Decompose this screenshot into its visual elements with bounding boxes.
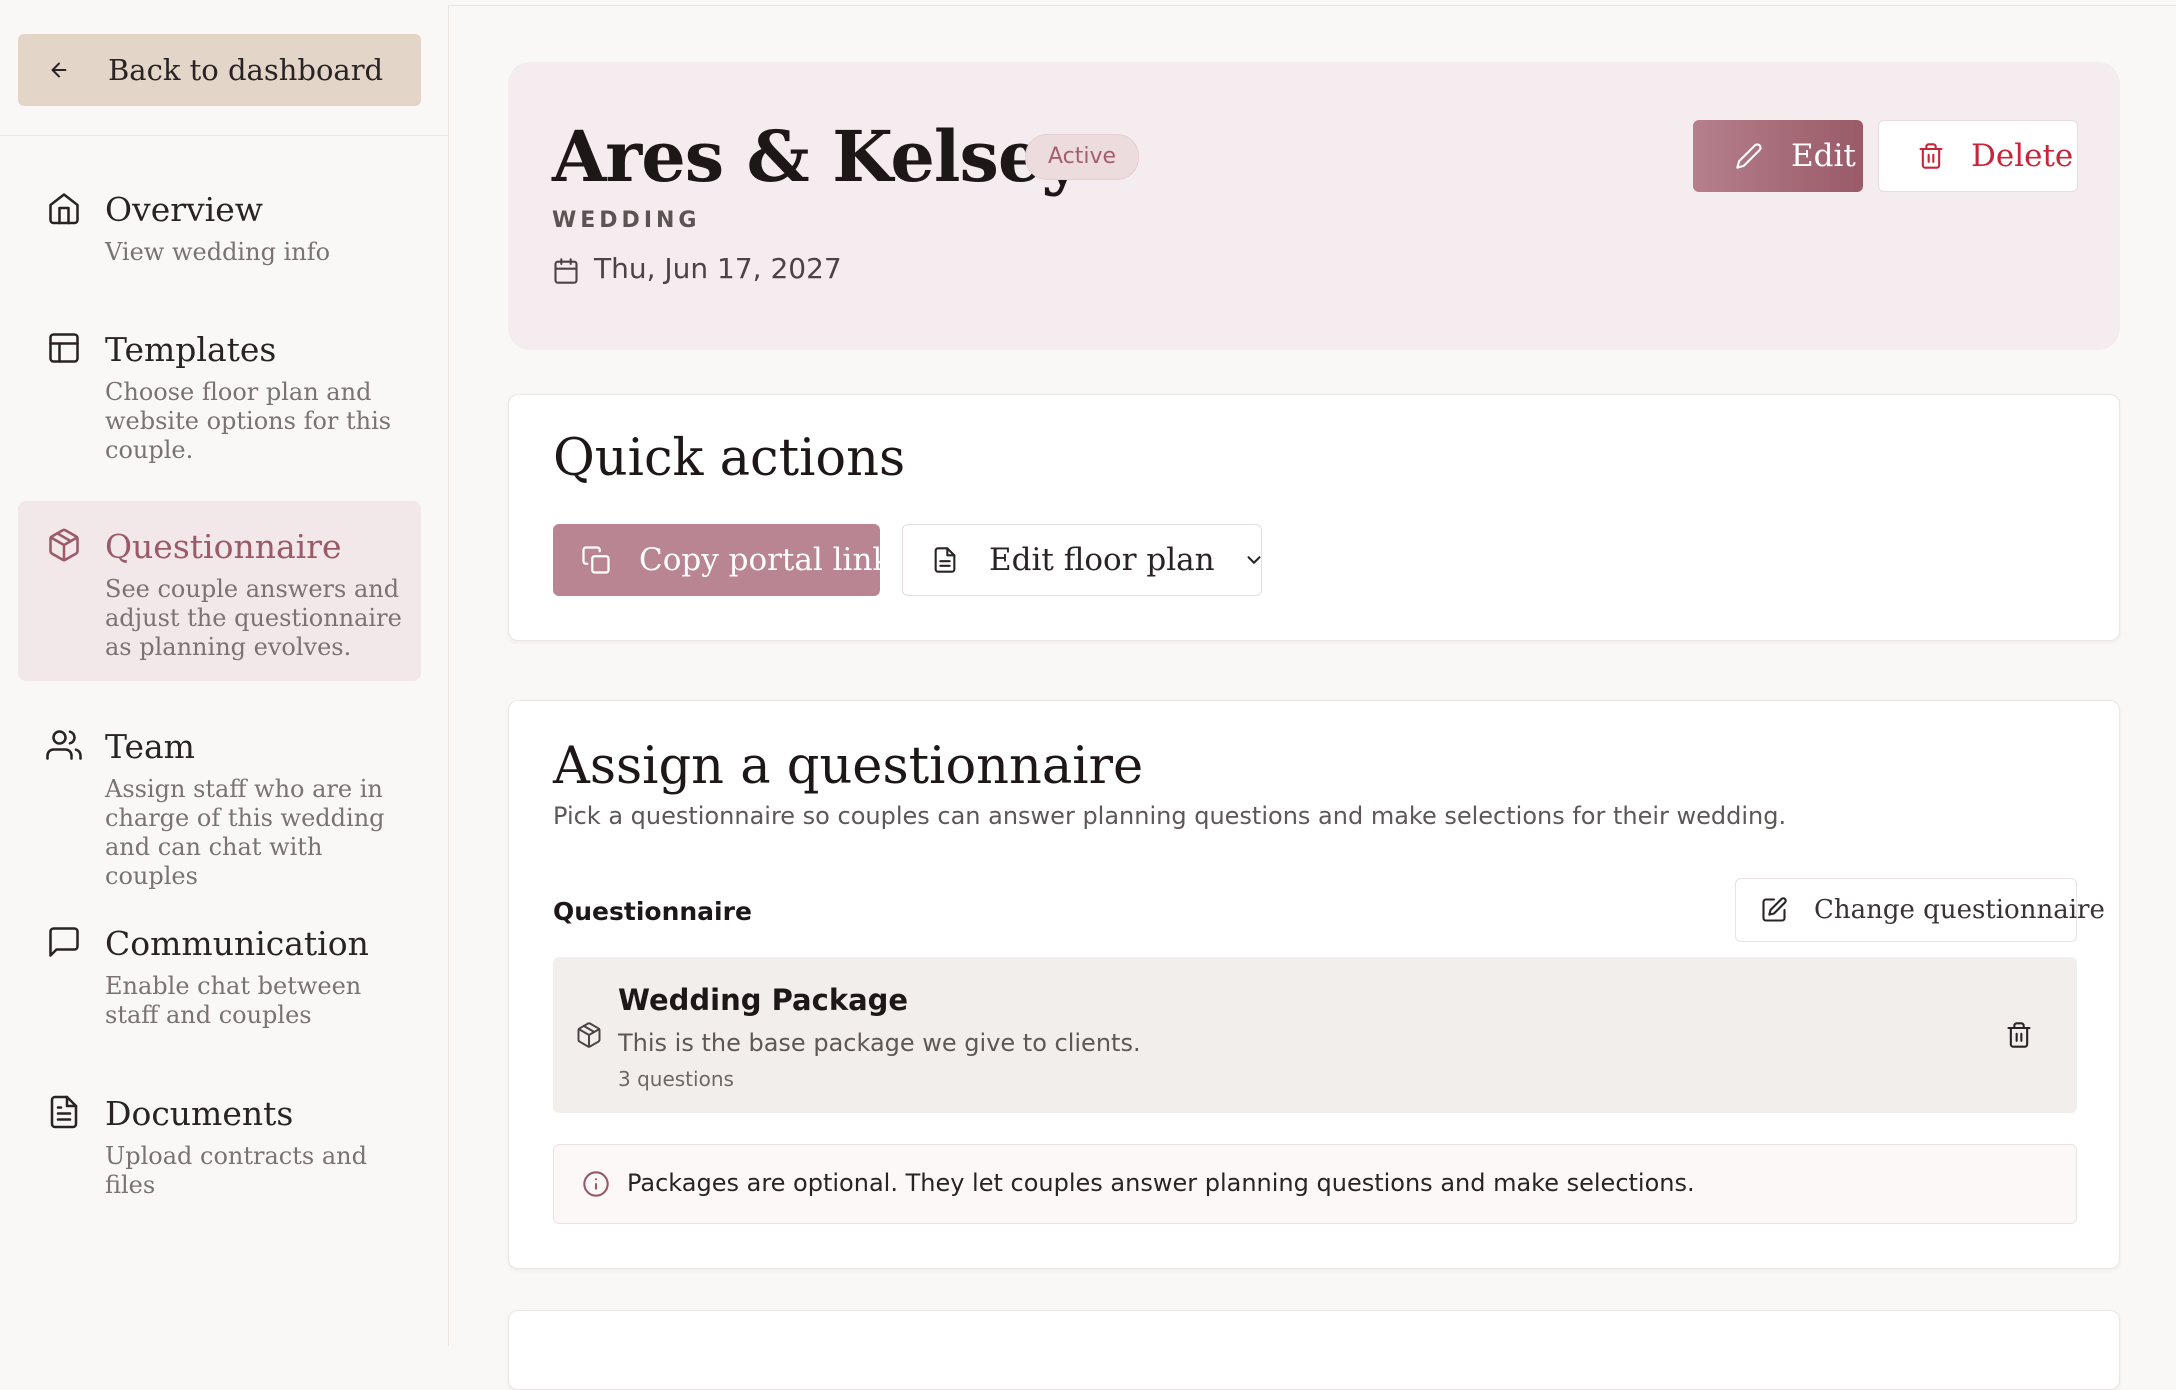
sidebar-item-title: Overview bbox=[105, 190, 263, 229]
home-icon bbox=[46, 190, 82, 226]
sidebar-item-desc: Choose floor plan and website options fo… bbox=[105, 378, 392, 464]
copy-icon bbox=[581, 545, 611, 575]
sidebar-item-overview[interactable]: Overview View wedding info bbox=[18, 190, 421, 285]
sidebar-item-templates[interactable]: Templates Choose floor plan and website … bbox=[18, 330, 421, 470]
sidebar-item-title: Communication bbox=[105, 924, 369, 963]
info-icon bbox=[582, 1170, 610, 1198]
edit-button[interactable]: Edit bbox=[1693, 120, 1863, 192]
sidebar-item-desc: See couple answers and adjust the questi… bbox=[105, 575, 402, 661]
selected-package: Wedding Package This is the base package… bbox=[553, 957, 2077, 1113]
event-type: WEDDING bbox=[552, 208, 701, 233]
sidebar-item-title: Questionnaire bbox=[105, 527, 342, 566]
sidebar-item-title: Team bbox=[105, 727, 195, 766]
delete-button[interactable]: Delete bbox=[1878, 120, 2078, 192]
sidebar-item-title: Templates bbox=[105, 330, 277, 369]
chevron-down-icon bbox=[1243, 549, 1265, 571]
sidebar-item-title: Documents bbox=[105, 1094, 294, 1133]
sidebar-item-desc: Enable chat between staff and couples bbox=[105, 972, 362, 1029]
info-note: Packages are optional. They let couples … bbox=[553, 1144, 2077, 1224]
edit-square-icon bbox=[1760, 896, 1788, 924]
back-label: Back to dashboard bbox=[108, 53, 384, 87]
event-date: Thu, Jun 17, 2027 bbox=[594, 252, 842, 285]
sidebar-item-communication[interactable]: Communication Enable chat between staff … bbox=[18, 924, 421, 1034]
trash-icon bbox=[1917, 142, 1945, 170]
package-icon bbox=[575, 1021, 603, 1049]
package-icon bbox=[46, 527, 82, 563]
next-card bbox=[508, 1310, 2120, 1390]
users-icon bbox=[46, 727, 82, 763]
assign-questionnaire-title: Assign a questionnaire bbox=[553, 737, 1144, 796]
pencil-icon bbox=[1735, 142, 1763, 170]
edit-floor-plan-dropdown[interactable]: Edit floor plan bbox=[902, 524, 1262, 596]
sidebar-item-desc: Assign staff who are in charge of this w… bbox=[105, 775, 385, 890]
package-name: Wedding Package bbox=[618, 983, 909, 1017]
change-questionnaire-button[interactable]: Change questionnaire bbox=[1735, 878, 2105, 942]
package-description: This is the base package we give to clie… bbox=[618, 1029, 1141, 1057]
quick-actions-title: Quick actions bbox=[553, 429, 906, 488]
sidebar-item-questionnaire[interactable]: Questionnaire See couple answers and adj… bbox=[18, 501, 421, 681]
status-badge: Active bbox=[1025, 134, 1140, 180]
remove-package-trash-icon[interactable] bbox=[2005, 1021, 2033, 1049]
change-questionnaire-label: Change questionnaire bbox=[1814, 895, 2105, 925]
delete-label: Delete bbox=[1971, 138, 2074, 174]
arrow-left-icon bbox=[48, 59, 70, 81]
sidebar-item-desc: View wedding info bbox=[105, 238, 331, 266]
message-square-icon bbox=[46, 924, 82, 960]
assign-questionnaire-subtitle: Pick a questionnaire so couples can answ… bbox=[553, 802, 1787, 830]
info-note-text: Packages are optional. They let couples … bbox=[627, 1169, 1695, 1197]
copy-portal-link-label: Copy portal link bbox=[639, 542, 892, 578]
calendar-icon bbox=[552, 257, 580, 285]
sidebar-item-desc: Upload contracts and files bbox=[105, 1142, 367, 1199]
layout-icon bbox=[46, 330, 82, 366]
event-header: Ares & Kelsey Active WEDDING Thu, Jun 17… bbox=[508, 62, 2120, 350]
back-to-dashboard-button[interactable]: Back to dashboard bbox=[18, 34, 421, 106]
sidebar: Back to dashboard Overview View wedding … bbox=[0, 5, 449, 1346]
sidebar-divider bbox=[0, 135, 448, 136]
event-name: Ares & Kelsey bbox=[552, 115, 1082, 198]
edit-floor-plan-label: Edit floor plan bbox=[989, 542, 1215, 578]
package-question-count: 3 questions bbox=[618, 1067, 734, 1091]
file-text-icon bbox=[46, 1094, 82, 1130]
edit-label: Edit bbox=[1791, 138, 1856, 174]
file-text-icon bbox=[931, 546, 959, 574]
copy-portal-link-button[interactable]: Copy portal link bbox=[553, 524, 891, 596]
questionnaire-label: Questionnaire bbox=[553, 897, 752, 926]
quick-actions-card: Quick actions Copy portal link Edit floo… bbox=[508, 394, 2120, 641]
sidebar-item-documents[interactable]: Documents Upload contracts and files bbox=[18, 1094, 421, 1199]
assign-questionnaire-card: Assign a questionnaire Pick a questionna… bbox=[508, 700, 2120, 1269]
sidebar-item-team[interactable]: Team Assign staff who are in charge of t… bbox=[18, 727, 421, 890]
